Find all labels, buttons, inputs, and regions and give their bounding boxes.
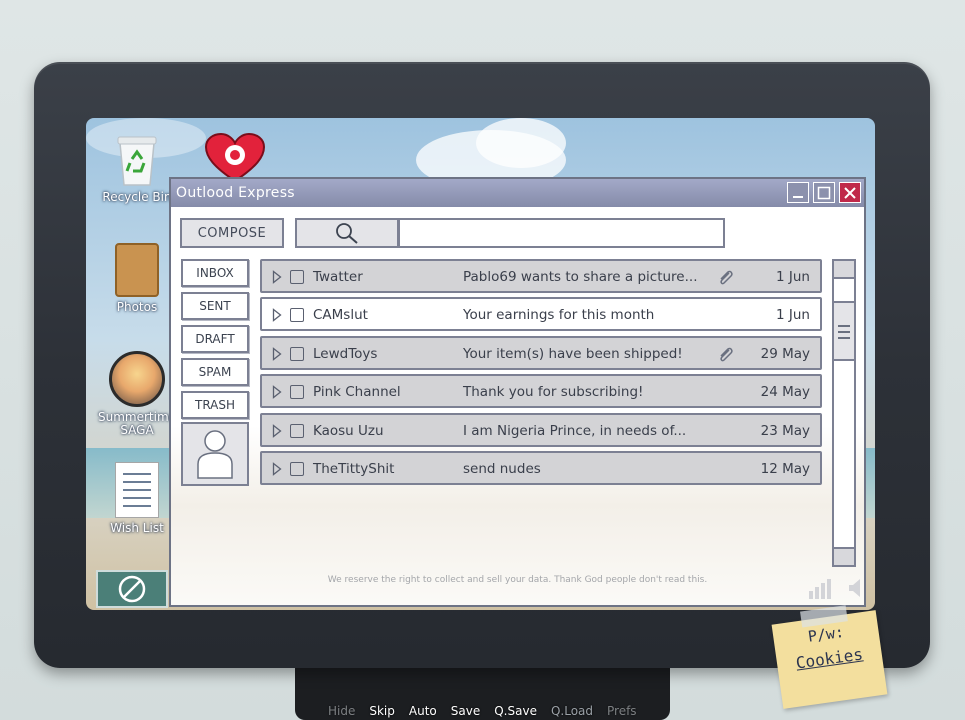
close-icon	[844, 186, 856, 199]
desktop-icon-wish-list[interactable]: Wish List	[97, 462, 177, 535]
quick-menu-qload[interactable]: Q.Load	[551, 704, 593, 718]
email-sender: Twatter	[313, 269, 363, 285]
folder-trash[interactable]: TRASH	[181, 391, 249, 419]
email-sender: TheTittyShit	[313, 461, 395, 477]
recycle-bin-icon	[114, 133, 160, 187]
email-row[interactable]: Kaosu Uzu I am Nigeria Prince, in needs …	[260, 413, 822, 447]
quick-menu-save[interactable]: Save	[451, 704, 480, 718]
email-date: 23 May	[760, 423, 810, 439]
expand-arrow-icon[interactable]	[272, 347, 282, 361]
email-row[interactable]: CAMslut Your earnings for this month 1 J…	[260, 297, 822, 331]
expand-arrow-icon[interactable]	[272, 308, 282, 322]
document-icon	[115, 462, 159, 518]
email-date: 29 May	[760, 346, 810, 362]
block-button[interactable]	[96, 570, 168, 608]
attachment-icon	[720, 270, 733, 285]
desktop-icon-recycle-bin[interactable]: Recycle Bin	[97, 133, 177, 204]
minimize-button[interactable]	[787, 182, 809, 203]
scroll-down-button[interactable]	[834, 547, 854, 565]
summertime-saga-icon	[109, 351, 165, 407]
password-sticky-note: P/w: Cookies	[771, 605, 888, 709]
email-row[interactable]: Twatter Pablo69 wants to share a picture…	[260, 259, 822, 293]
quick-menu: Hide Skip Auto Save Q.Save Q.Load Prefs	[328, 704, 651, 718]
desktop-icon-photos[interactable]: Photos	[97, 243, 177, 314]
email-subject: I am Nigeria Prince, in needs of...	[463, 423, 687, 439]
email-subject: send nudes	[463, 461, 541, 477]
window-title: Outlood Express	[176, 185, 295, 201]
expand-arrow-icon[interactable]	[272, 462, 282, 476]
quick-menu-auto[interactable]: Auto	[409, 704, 437, 718]
folder-draft[interactable]: DRAFT	[181, 325, 249, 353]
sticky-note-password: Cookies	[794, 644, 865, 673]
mail-window: Outlood Express COMPOSE INBOX SENT DRAFT…	[169, 177, 866, 607]
search-icon	[336, 223, 358, 244]
desktop-icon-label: Recycle Bin	[102, 190, 172, 204]
quick-menu-skip[interactable]: Skip	[369, 704, 395, 718]
email-scrollbar[interactable]	[832, 259, 856, 567]
expand-arrow-icon[interactable]	[272, 424, 282, 438]
email-subject: Thank you for subscribing!	[463, 384, 644, 400]
email-checkbox[interactable]	[290, 462, 304, 476]
email-checkbox[interactable]	[290, 424, 304, 438]
search-button[interactable]	[295, 218, 399, 248]
email-date: 1 Jun	[776, 307, 810, 323]
email-subject: Your item(s) have been shipped!	[463, 346, 683, 362]
scroll-up-button[interactable]	[834, 261, 854, 279]
email-row[interactable]: LewdToys Your item(s) have been shipped!…	[260, 336, 822, 370]
folder-sent[interactable]: SENT	[181, 292, 249, 320]
email-checkbox[interactable]	[290, 385, 304, 399]
folder-inbox[interactable]: INBOX	[181, 259, 249, 287]
email-checkbox[interactable]	[290, 270, 304, 284]
folder-spam[interactable]: SPAM	[181, 358, 249, 386]
quick-menu-hide[interactable]: Hide	[328, 704, 355, 718]
privacy-disclaimer: We reserve the right to collect and sell…	[327, 575, 708, 585]
email-row[interactable]: TheTittyShit send nudes 12 May	[260, 451, 822, 485]
maximize-button[interactable]	[813, 182, 835, 203]
email-date: 24 May	[760, 384, 810, 400]
heart-webcam-icon[interactable]	[204, 132, 266, 183]
window-controls	[787, 182, 861, 203]
compose-button[interactable]: COMPOSE	[180, 218, 284, 248]
email-subject: Pablo69 wants to share a picture...	[463, 269, 698, 285]
email-date: 12 May	[760, 461, 810, 477]
quick-menu-prefs[interactable]: Prefs	[607, 704, 637, 718]
email-checkbox[interactable]	[290, 347, 304, 361]
photos-icon	[115, 243, 159, 297]
expand-arrow-icon[interactable]	[272, 385, 282, 399]
email-sender: LewdToys	[313, 346, 378, 362]
scroll-thumb[interactable]	[834, 301, 854, 361]
attachment-icon	[720, 347, 733, 362]
user-icon	[197, 430, 233, 479]
signal-strength-icon	[809, 579, 831, 599]
close-button[interactable]	[839, 182, 861, 203]
desktop-icon-label: Wish List	[110, 521, 164, 535]
email-checkbox[interactable]	[290, 308, 304, 322]
minimize-icon	[793, 195, 803, 198]
email-date: 1 Jun	[776, 269, 810, 285]
contacts-button[interactable]	[181, 422, 249, 486]
cloud	[476, 118, 566, 168]
email-sender: CAMslut	[313, 307, 368, 323]
maximize-icon	[817, 186, 831, 199]
email-subject: Your earnings for this month	[463, 307, 655, 323]
desktop-icon-label: Summertime SAGA	[97, 410, 177, 437]
window-titlebar[interactable]: Outlood Express	[171, 179, 864, 207]
prohibited-icon	[118, 575, 146, 603]
speaker-icon[interactable]	[847, 577, 865, 599]
expand-arrow-icon[interactable]	[272, 270, 282, 284]
email-row[interactable]: Pink Channel Thank you for subscribing! …	[260, 374, 822, 408]
desktop-icon-summertime-saga[interactable]: Summertime SAGA	[97, 351, 177, 437]
search-input[interactable]	[398, 218, 725, 248]
desktop-icon-label: Photos	[116, 300, 158, 314]
email-sender: Kaosu Uzu	[313, 423, 384, 439]
email-sender: Pink Channel	[313, 384, 401, 400]
quick-menu-qsave[interactable]: Q.Save	[494, 704, 537, 718]
